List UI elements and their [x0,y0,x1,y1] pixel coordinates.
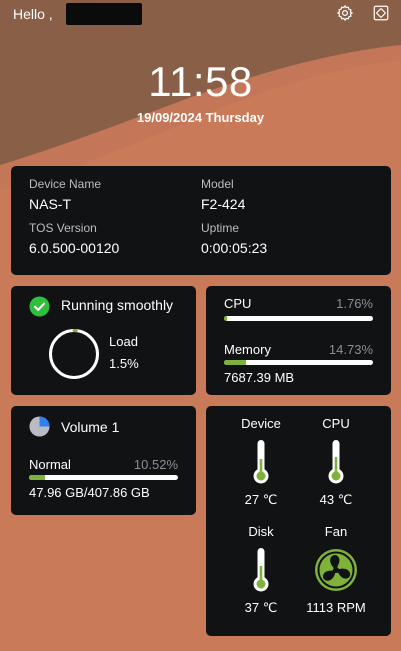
cpu-thermometer-icon [328,440,344,484]
memory-label: Memory [224,342,271,357]
clock-date: 19/09/2024 Thursday [136,110,265,125]
fullscreen-icon[interactable] [372,4,390,22]
model-label: Model [201,177,234,191]
uptime-value: 0:00:05:23 [201,240,268,256]
memory-used: 7687.39 MB [224,370,295,385]
load-label: Load [109,334,138,349]
volume-name: Volume 1 [61,419,120,435]
fan-rpm-value: 1113 RPM [306,600,366,615]
cpu-percent: 1.76% [336,296,373,311]
device-name-label: Device Name [29,177,102,191]
device-temp-value: 27 ℃ [244,492,278,507]
cpu-temp-value: 43 ℃ [319,492,353,507]
cpu-usage-fill [224,316,227,321]
username-redacted [66,3,142,25]
disk-temp-label: Disk [248,524,274,539]
volume-card[interactable]: Volume 1 Normal 10.52% 47.96 GB/407.86 G… [11,406,196,515]
greeting: Hello , [13,6,53,22]
resource-usage-card[interactable]: CPU 1.76% Memory 14.73% 7687.39 MB [206,286,391,395]
system-status-card[interactable]: Running smoothly Load 1.5% [11,286,196,395]
tos-version-label: TOS Version [29,221,97,235]
tos-version-value: 6.0.500-00120 [29,240,120,256]
fan-icon [315,549,357,591]
memory-usage-bar [224,360,373,365]
status-text: Running smoothly [61,297,174,313]
gear-icon[interactable] [336,4,354,22]
volume-state: Normal [29,457,71,472]
cpu-usage-bar [224,316,373,321]
model-value: F2-424 [201,196,246,212]
volume-usage-fill [29,475,45,480]
disk-thermometer-icon [253,548,269,592]
device-info-card: Device Name NAS-T Model F2-424 TOS Versi… [11,166,391,275]
volume-pie-icon [29,416,50,437]
device-name-value: NAS-T [29,196,71,212]
cpu-temp-label: CPU [322,416,350,431]
device-temp-label: Device [241,416,281,431]
check-circle-icon [29,296,50,317]
load-ring [49,329,99,379]
fan-label: Fan [324,524,348,539]
cpu-label: CPU [224,296,252,311]
uptime-label: Uptime [201,221,240,235]
disk-temp-value: 37 ℃ [244,600,278,615]
clock-time: 11:58 [148,58,253,105]
load-value: 1.5% [109,356,139,371]
memory-percent: 14.73% [328,342,373,357]
memory-usage-fill [224,360,246,365]
top-bar: Hello , [0,0,401,30]
temperature-card[interactable]: Device 27 ℃ CPU 43 ℃ Disk 37 ℃ Fan 1113 … [206,406,391,636]
volume-usage-bar [29,475,178,480]
device-thermometer-icon [253,440,269,484]
volume-percent: 10.52% [133,457,178,472]
volume-usage: 47.96 GB/407.86 GB [29,485,150,500]
